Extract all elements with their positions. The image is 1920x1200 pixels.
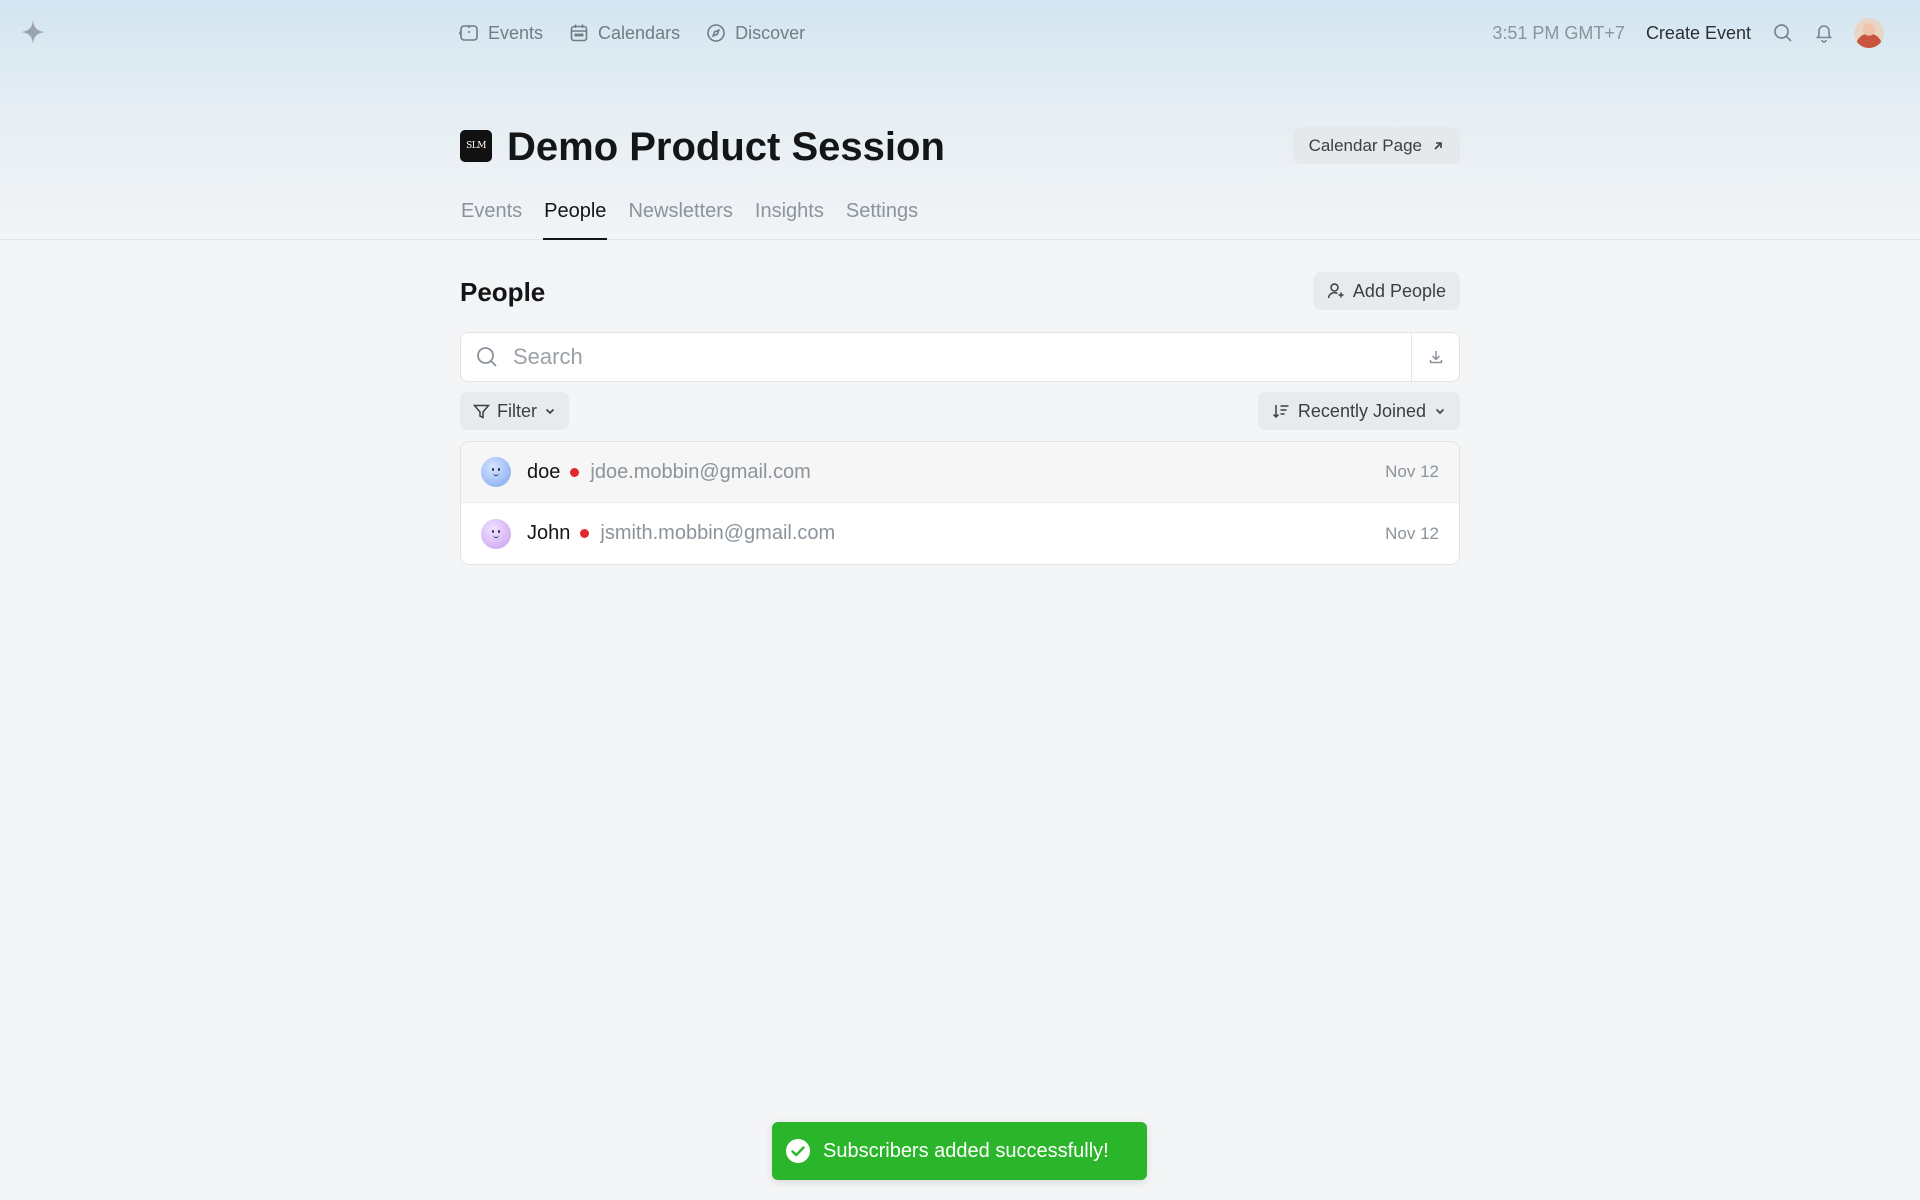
nav-events[interactable]: Events [459, 23, 543, 44]
joined-date: Nov 12 [1385, 523, 1439, 543]
current-time: 3:51 PM GMT+7 [1492, 22, 1625, 43]
search-input[interactable] [513, 333, 1411, 381]
add-people-button[interactable]: Add People [1312, 272, 1460, 310]
tab-events[interactable]: Events [460, 197, 523, 240]
add-user-icon [1327, 283, 1344, 299]
filter-icon [473, 404, 490, 419]
sparkle-logo-icon[interactable] [20, 19, 46, 45]
person-name: doe [527, 460, 561, 483]
compass-icon [707, 24, 725, 42]
calendar-header: SLM Demo Product Session Calendar Page [460, 124, 1460, 170]
chevron-down-icon [1435, 408, 1445, 415]
tab-settings[interactable]: Settings [845, 197, 919, 240]
calendar-icon [570, 24, 588, 42]
status-dot [570, 467, 580, 477]
sort-label: Recently Joined [1297, 400, 1426, 421]
people-list: doe jdoe.mobbin@gmail.com Nov 12 John js… [460, 441, 1460, 565]
sort-dropdown[interactable]: Recently Joined [1257, 392, 1460, 430]
sort-icon [1272, 405, 1289, 419]
nav-calendars[interactable]: Calendars [569, 23, 680, 44]
calendar-page-button[interactable]: Calendar Page [1292, 127, 1460, 164]
status-dot [580, 529, 590, 538]
nav-right: 3:51 PM GMT+7 Create Event [1492, 0, 1884, 66]
tab-newsletters[interactable]: Newsletters [627, 197, 733, 240]
section-title: People [460, 277, 546, 307]
table-row[interactable]: John jsmith.mobbin@gmail.com Nov 12 [461, 503, 1459, 564]
person-email: jsmith.mobbin@gmail.com [600, 522, 836, 544]
user-avatar[interactable] [1854, 18, 1884, 48]
person-email: jdoe.mobbin@gmail.com [590, 460, 811, 483]
bell-icon [1816, 25, 1832, 43]
download-icon [1429, 351, 1442, 364]
toast-message: Subscribers added successfully! [823, 1139, 1109, 1162]
search-button[interactable] [1772, 22, 1794, 44]
calendar-page-label: Calendar Page [1308, 135, 1422, 155]
primary-nav: Events Calendars Discover [459, 0, 805, 66]
tab-insights[interactable]: Insights [754, 197, 825, 240]
nav-events-label: Events [488, 22, 544, 43]
nav-discover[interactable]: Discover [706, 23, 805, 44]
search-icon [477, 347, 497, 367]
nav-discover-label: Discover [735, 22, 806, 43]
page-title: Demo Product Session [507, 125, 945, 169]
chevron-down-icon [545, 408, 555, 415]
tab-people[interactable]: People [543, 197, 608, 240]
notifications-button[interactable] [1813, 22, 1835, 44]
table-row[interactable]: doe jdoe.mobbin@gmail.com Nov 12 [461, 442, 1459, 503]
nav-calendars-label: Calendars [598, 22, 681, 43]
person-name: John [527, 522, 571, 544]
avatar [481, 518, 511, 549]
check-circle-icon [786, 1139, 810, 1163]
create-event-link[interactable]: Create Event [1646, 23, 1751, 44]
arrow-up-right-icon [1434, 141, 1442, 150]
filter-button[interactable]: Filter [460, 392, 569, 430]
search-icon [1774, 24, 1792, 42]
avatar [481, 457, 511, 487]
search-box [460, 332, 1460, 382]
calendar-logo: SLM [460, 130, 492, 162]
search-field-icon-wrap [461, 333, 513, 381]
joined-date: Nov 12 [1385, 462, 1439, 481]
success-toast: Subscribers added successfully! [772, 1122, 1147, 1180]
filter-label: Filter [497, 400, 537, 421]
ticket-icon [459, 25, 478, 41]
top-nav: Events Calendars Discover 3:51 PM GMT+7 … [0, 0, 1920, 66]
calendar-tabs: Events People Newsletters Insights Setti… [460, 197, 919, 240]
export-button[interactable] [1411, 333, 1459, 381]
add-people-label: Add People [1352, 280, 1446, 301]
